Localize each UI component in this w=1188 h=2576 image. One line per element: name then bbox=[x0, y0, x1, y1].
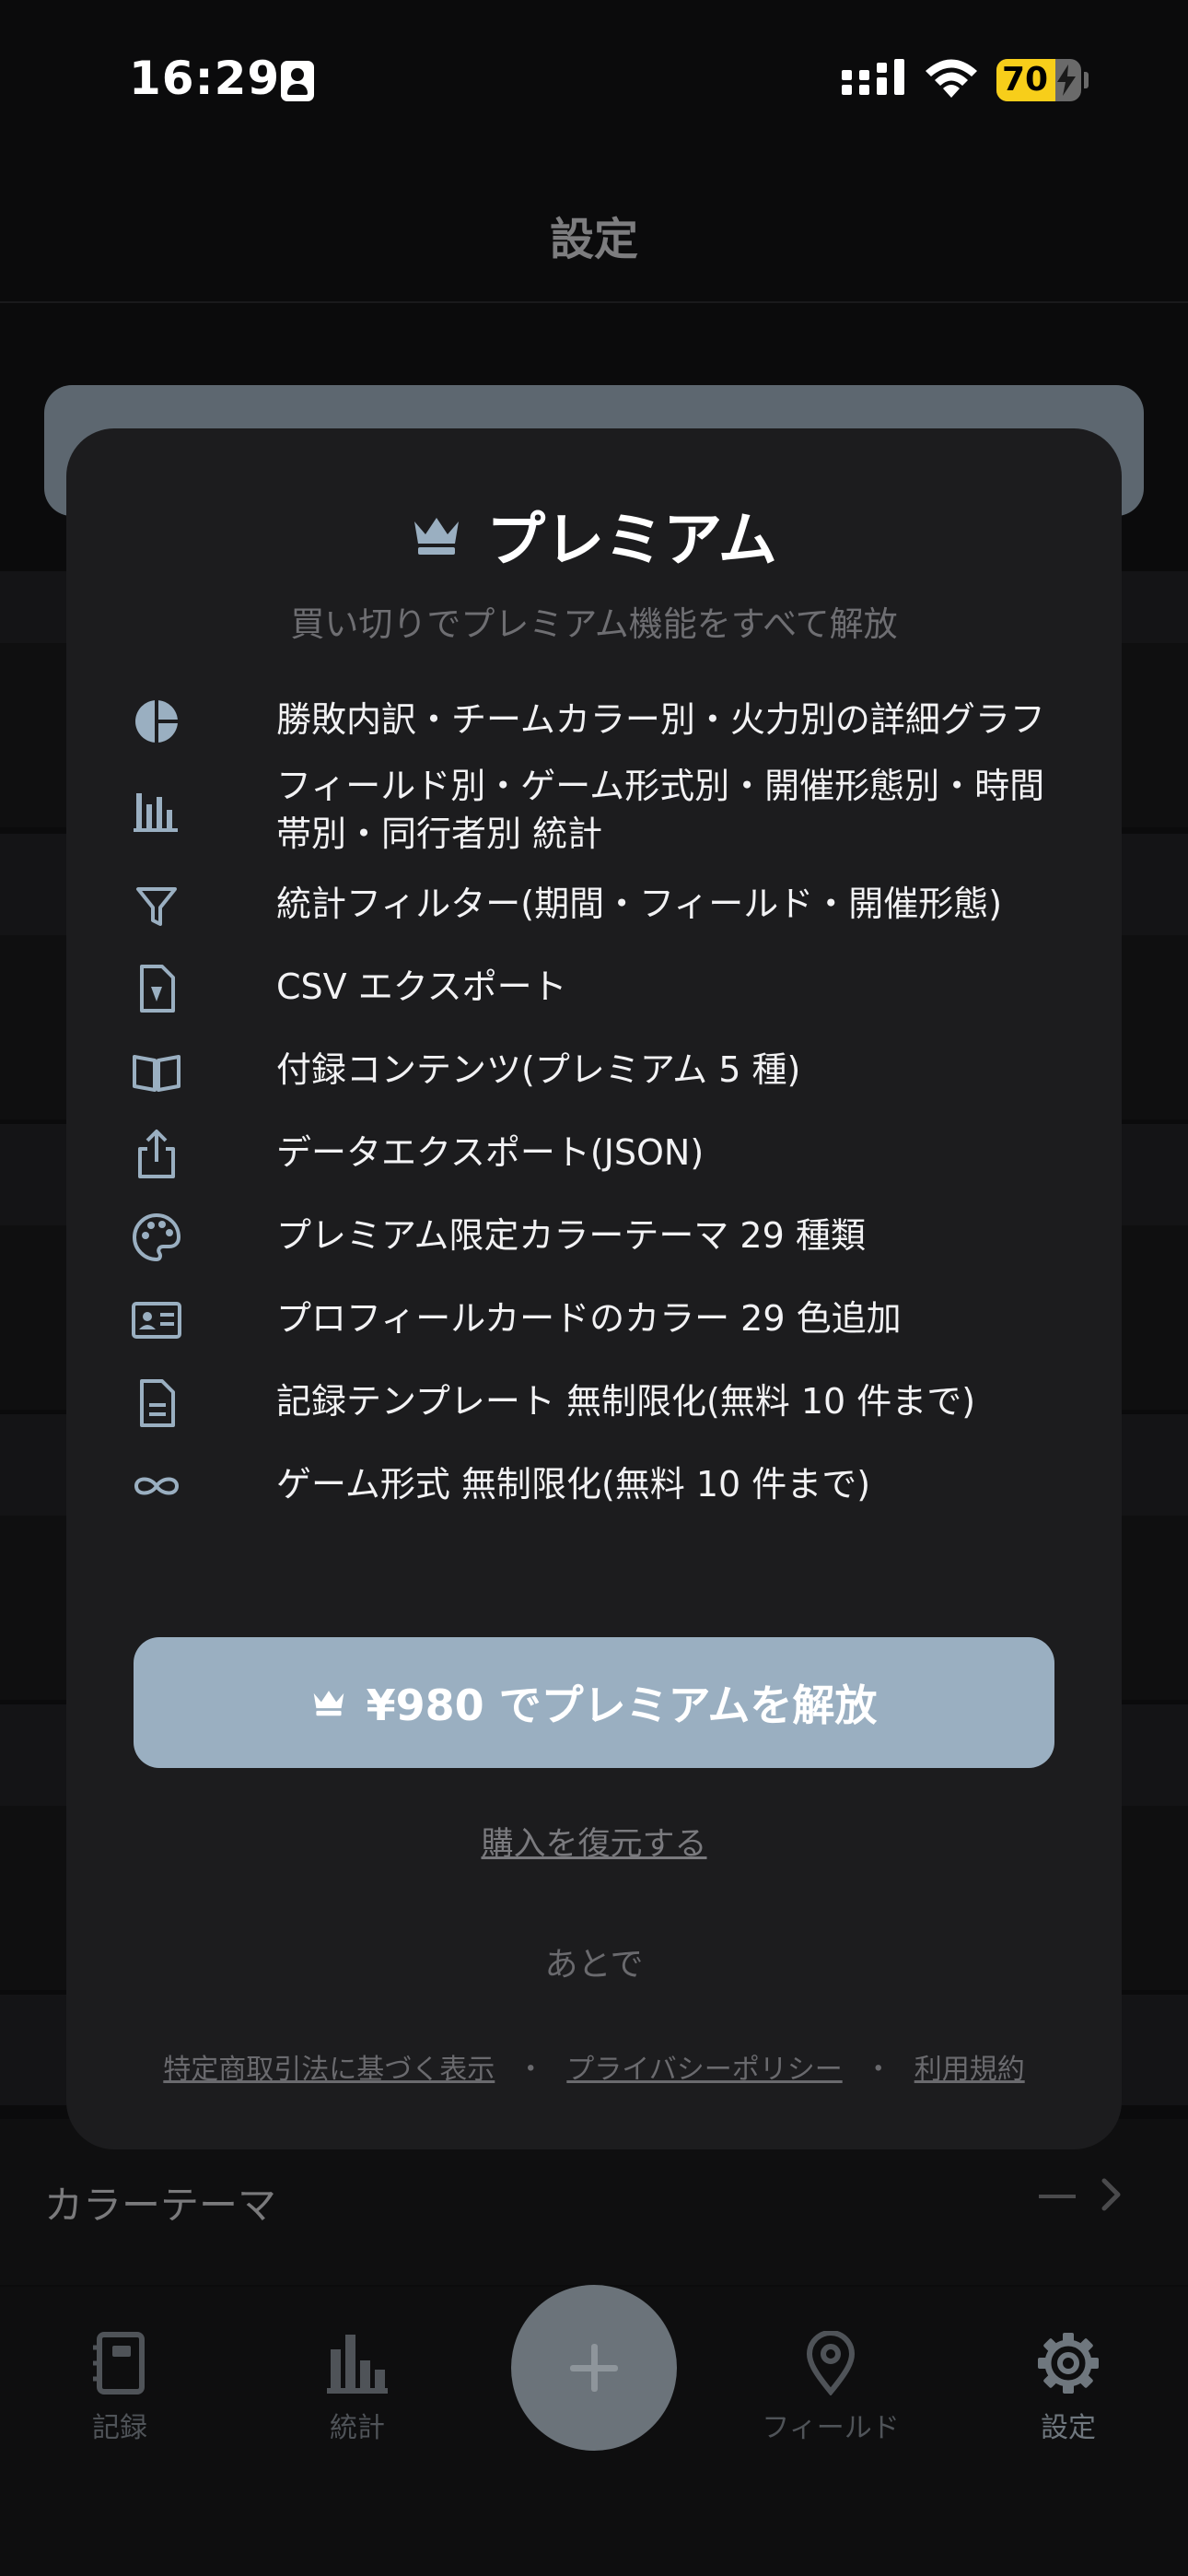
legal-separator: ・ bbox=[864, 2054, 892, 2086]
crown-icon bbox=[414, 518, 460, 555]
page-title: 設定 bbox=[549, 214, 638, 265]
tab-label: 設定 bbox=[1041, 2412, 1096, 2444]
restore-purchase-link[interactable]: 購入を復元する bbox=[481, 1826, 706, 1863]
crown-icon bbox=[313, 1691, 344, 1716]
notebook-icon bbox=[93, 2332, 145, 2395]
feature-text: 付録コンテンツ(プレミアム 5 種) bbox=[276, 1049, 801, 1090]
feature-text: データエクスポート(JSON) bbox=[276, 1132, 705, 1173]
color-theme-label: カラーテーマ bbox=[44, 2183, 277, 2228]
feature-text: ゲーム形式 無制限化(無料 10 件まで) bbox=[276, 1464, 871, 1505]
feature-text: プレミアム限定カラーテーマ 29 種類 bbox=[276, 1215, 866, 1256]
tab-stats[interactable]: 統計 bbox=[265, 2331, 449, 2445]
map-pin-icon bbox=[806, 2331, 856, 2395]
color-theme-value-dash bbox=[1039, 2195, 1076, 2198]
gear-icon bbox=[1038, 2333, 1099, 2394]
purchase-button-label: ¥980 でプレミアムを解放 bbox=[366, 1680, 878, 1730]
legal-link-commerce-act[interactable]: 特定商取引法に基づく表示 bbox=[163, 2054, 495, 2086]
tab-label: 統計 bbox=[330, 2412, 385, 2444]
battery-cap bbox=[1084, 72, 1089, 88]
feature-text: 勝敗内訳・チームカラー別・火力別の詳細グラフ bbox=[276, 699, 1045, 740]
legal-separator: ・ bbox=[517, 2054, 545, 2086]
purchase-premium-button[interactable]: ¥980 でプレミアムを解放 bbox=[134, 1637, 1054, 1768]
status-bar: 16:29 70 bbox=[0, 0, 1188, 157]
plus-icon-vertical bbox=[591, 2344, 598, 2392]
share-export-icon bbox=[138, 1130, 175, 1178]
charging-bolt-icon bbox=[1057, 64, 1076, 96]
chevron-right-icon bbox=[1101, 2178, 1121, 2211]
premium-modal: プレミアム 買い切りでプレミアム機能をすべて解放 勝敗内訳・チームカラー別・火力… bbox=[66, 428, 1122, 2149]
modal-subtitle: 買い切りでプレミアム機能をすべて解放 bbox=[290, 604, 898, 644]
feature-text: フィールド別・ゲーム形式別・開催形態別・時間帯別・同行者別 統計 bbox=[276, 766, 1045, 854]
modal-title: プレミアム bbox=[486, 507, 777, 575]
feature-text: CSV エクスポート bbox=[276, 966, 567, 1007]
feature-text: 記録テンプレート 無制限化(無料 10 件まで) bbox=[276, 1381, 976, 1422]
battery-level: 70 bbox=[1002, 61, 1049, 99]
bar-chart-icon bbox=[327, 2335, 388, 2394]
document-icon bbox=[140, 1379, 175, 1427]
filter-icon bbox=[136, 887, 177, 926]
status-time: 16:29 bbox=[129, 52, 281, 105]
nav-divider bbox=[0, 301, 1188, 303]
tab-label: 記録 bbox=[92, 2412, 147, 2444]
restore-purchase-link-row: 購入を復元する bbox=[66, 1818, 1122, 1865]
infinity-icon bbox=[134, 1477, 180, 1495]
open-book-icon bbox=[133, 1055, 181, 1092]
legal-link-privacy-policy[interactable]: プライバシーポリシー bbox=[566, 2054, 842, 2086]
tab-record[interactable]: 記録 bbox=[28, 2331, 212, 2445]
cellular-signal-icon bbox=[842, 59, 904, 95]
tab-field[interactable]: フィールド bbox=[739, 2331, 923, 2445]
palette-icon bbox=[133, 1212, 181, 1262]
bar-chart-icon bbox=[134, 793, 178, 832]
feature-text: プロフィールカードのカラー 29 色追加 bbox=[276, 1298, 902, 1339]
focus-person-icon bbox=[281, 61, 314, 101]
id-card-icon bbox=[132, 1302, 181, 1339]
later-button[interactable]: あとで bbox=[66, 1938, 1122, 1985]
wifi-icon bbox=[926, 59, 977, 98]
tab-label: フィールド bbox=[762, 2412, 900, 2444]
modal-title-row: プレミアム bbox=[66, 493, 1122, 575]
tab-settings[interactable]: 設定 bbox=[976, 2331, 1160, 2445]
legal-links: 特定商取引法に基づく表示・プライバシーポリシー・利用規約 bbox=[66, 2046, 1122, 2087]
legal-link-terms[interactable]: 利用規約 bbox=[914, 2054, 1025, 2086]
battery-indicator: 70 bbox=[996, 59, 1081, 101]
csv-file-icon bbox=[140, 965, 175, 1013]
add-record-button[interactable] bbox=[511, 2285, 677, 2451]
feature-text: 統計フィルター(期間・フィールド・開催形態) bbox=[276, 884, 1003, 924]
pie-chart-icon bbox=[135, 700, 178, 743]
